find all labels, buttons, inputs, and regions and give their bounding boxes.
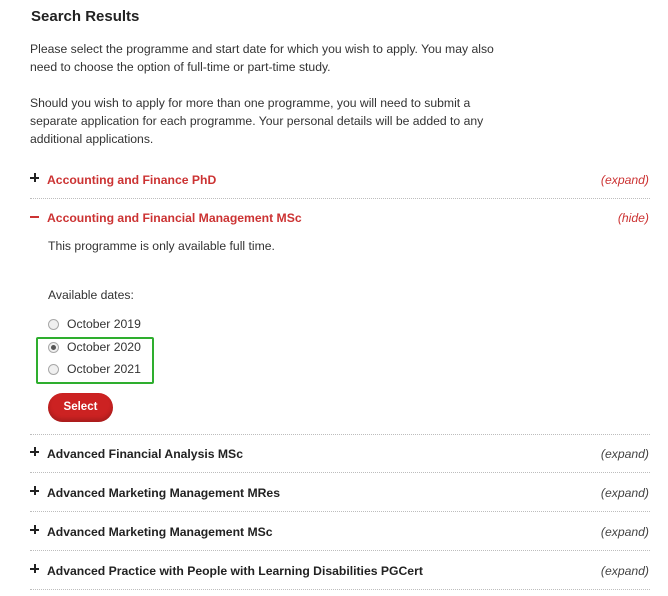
programme-name-link[interactable]: Accounting and Financial Management MSc (47, 211, 302, 225)
programme-row[interactable]: Advanced Financial Analysis MSc (expand) (30, 435, 650, 473)
programme-row[interactable]: Advanced Marketing Management MSc (expan… (30, 513, 650, 551)
programme-name-link[interactable]: Accounting and Finance PhD (47, 173, 216, 187)
programme-name-link[interactable]: Advanced Practice with People with Learn… (47, 564, 423, 578)
plus-icon[interactable] (30, 525, 40, 535)
plus-icon[interactable] (30, 173, 40, 183)
expand-link[interactable]: (expand) (601, 447, 649, 461)
programme-name-link[interactable]: Advanced Marketing Management MRes (47, 486, 280, 500)
hide-link[interactable]: (hide) (618, 211, 649, 225)
programme-name-link[interactable]: Advanced Marketing Management MSc (47, 525, 273, 539)
programme-row[interactable]: Accounting and Finance PhD (expand) (30, 161, 650, 199)
plus-icon[interactable] (30, 564, 40, 574)
date-option-label[interactable]: October 2019 (67, 317, 141, 331)
expand-link[interactable]: (expand) (601, 564, 649, 578)
plus-icon[interactable] (30, 447, 40, 457)
select-button[interactable]: Select (48, 393, 113, 422)
expand-link[interactable]: (expand) (601, 173, 649, 187)
expand-link[interactable]: (expand) (601, 486, 649, 500)
availability-note: This programme is only available full ti… (48, 239, 275, 253)
plus-icon[interactable] (30, 486, 40, 496)
programme-name-link[interactable]: Advanced Financial Analysis MSc (47, 447, 243, 461)
radio-button[interactable] (48, 319, 59, 330)
programme-row-expanded: Accounting and Financial Management MSc … (30, 199, 650, 435)
intro-paragraph-2: Should you wish to apply for more than o… (30, 96, 484, 147)
available-dates-label: Available dates: (48, 288, 134, 302)
page-title: Search Results (31, 8, 140, 25)
highlight-box (36, 337, 154, 384)
minus-icon[interactable] (30, 216, 39, 218)
programme-row[interactable]: Advanced Marketing Management MRes (expa… (30, 474, 650, 512)
intro-paragraph-1: Please select the programme and start da… (30, 42, 494, 75)
programme-row[interactable]: Advanced Practice with People with Learn… (30, 552, 650, 590)
expand-link[interactable]: (expand) (601, 525, 649, 539)
